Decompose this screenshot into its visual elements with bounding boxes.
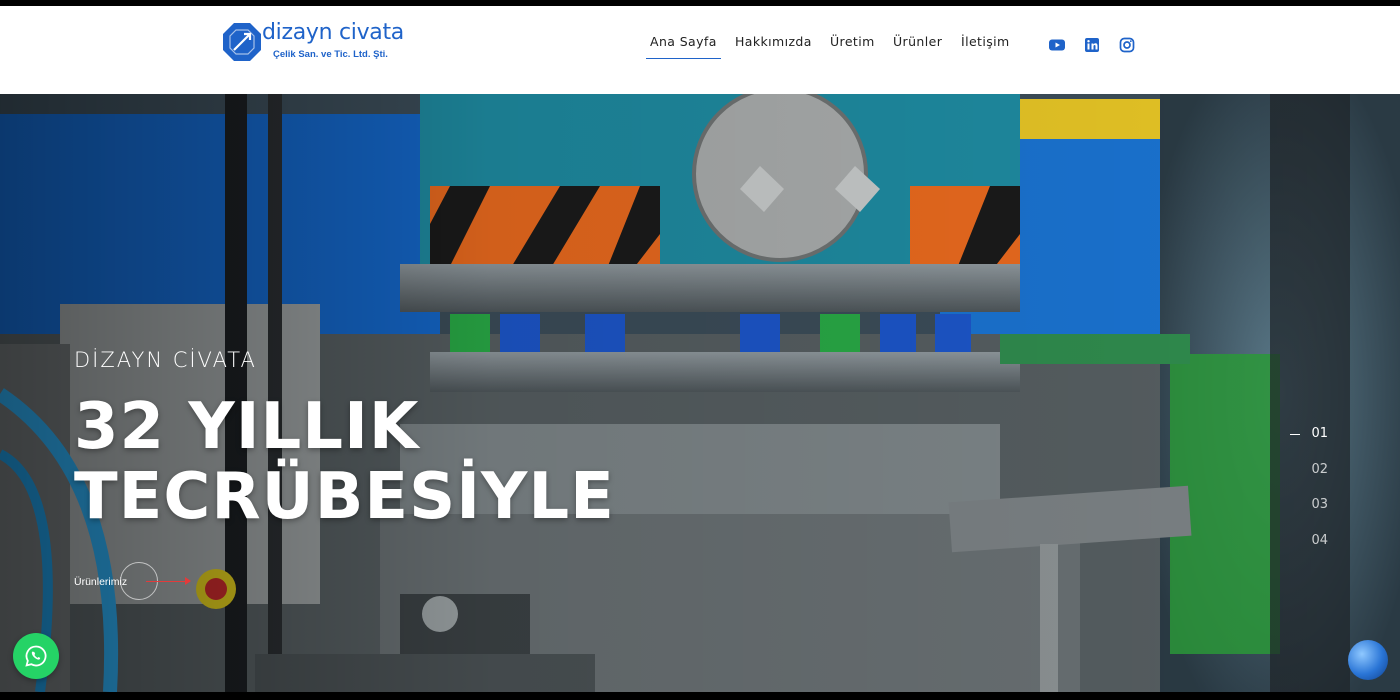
nav-item-iletisim[interactable]: İletişim: [961, 34, 1010, 49]
hero-headline-line-2: TECRÜBESİYLE: [74, 460, 615, 534]
logo-mark-icon: [223, 23, 261, 61]
hero-slider: DİZAYN CİVATA 32 YILLIK TECRÜBESİYLE Ürü…: [0, 94, 1400, 692]
hero-eyebrow: DİZAYN CİVATA: [74, 348, 257, 372]
logo[interactable]: dizayn civata Çelik San. ve Tic. Ltd. Şt…: [222, 20, 412, 66]
bottom-frame-bar: [0, 692, 1400, 700]
active-indicator: [1290, 434, 1300, 435]
youtube-icon[interactable]: [1048, 36, 1066, 54]
hero-headline-line-1: 32 YILLIK: [74, 390, 420, 464]
whatsapp-button[interactable]: [13, 633, 59, 679]
slider-page-3[interactable]: 03: [1268, 497, 1328, 533]
slider-page-2[interactable]: 02: [1268, 462, 1328, 498]
nav-item-ana-sayfa[interactable]: Ana Sayfa: [646, 34, 721, 59]
nav-item-uretim[interactable]: Üretim: [830, 34, 875, 49]
cta-label: Ürünlerimiz: [74, 576, 128, 588]
site-header: dizayn civata Çelik San. ve Tic. Ltd. Şt…: [0, 6, 1400, 94]
nav-item-urunler[interactable]: Ürünler: [893, 34, 942, 49]
instagram-icon[interactable]: [1118, 36, 1136, 54]
products-cta-button[interactable]: Ürünlerimiz: [72, 560, 202, 604]
brand-name: dizayn civata: [262, 20, 404, 45]
globe-icon[interactable]: [1348, 640, 1388, 680]
nav-item-hakkimizda[interactable]: Hakkımızda: [735, 34, 812, 49]
slider-page-4[interactable]: 04: [1268, 533, 1328, 569]
slider-page-1[interactable]: 01: [1268, 426, 1328, 462]
slider-pagination: 01 02 03 04: [1268, 426, 1328, 568]
brand-subtitle: Çelik San. ve Tic. Ltd. Şti.: [273, 49, 388, 60]
arrow-head-icon: [185, 577, 191, 585]
arrow-right-icon: [146, 581, 190, 582]
whatsapp-icon: [25, 645, 47, 667]
linkedin-icon[interactable]: [1083, 36, 1101, 54]
